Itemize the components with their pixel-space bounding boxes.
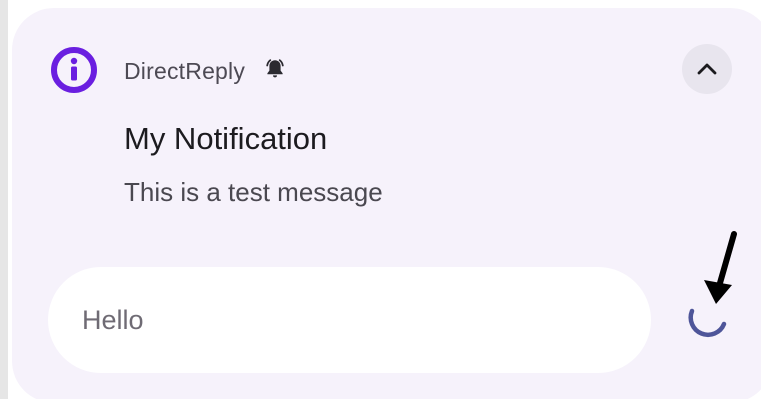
- notification-card[interactable]: DirectReply My Notification This is a te…: [12, 8, 761, 399]
- notification-title: My Notification: [124, 121, 328, 156]
- app-name: DirectReply: [124, 58, 246, 84]
- left-edge: [0, 0, 8, 399]
- reply-input[interactable]: Hello: [48, 267, 651, 373]
- screen: DirectReply My Notification This is a te…: [0, 0, 761, 399]
- chevron-up-icon: [697, 63, 717, 75]
- bell-icon: [263, 57, 287, 81]
- info-icon: [50, 46, 98, 94]
- arrow-annotation: [690, 228, 750, 318]
- reply-input-text: Hello: [82, 304, 144, 335]
- notification-message: This is a test message: [124, 177, 383, 207]
- collapse-button[interactable]: [682, 44, 732, 94]
